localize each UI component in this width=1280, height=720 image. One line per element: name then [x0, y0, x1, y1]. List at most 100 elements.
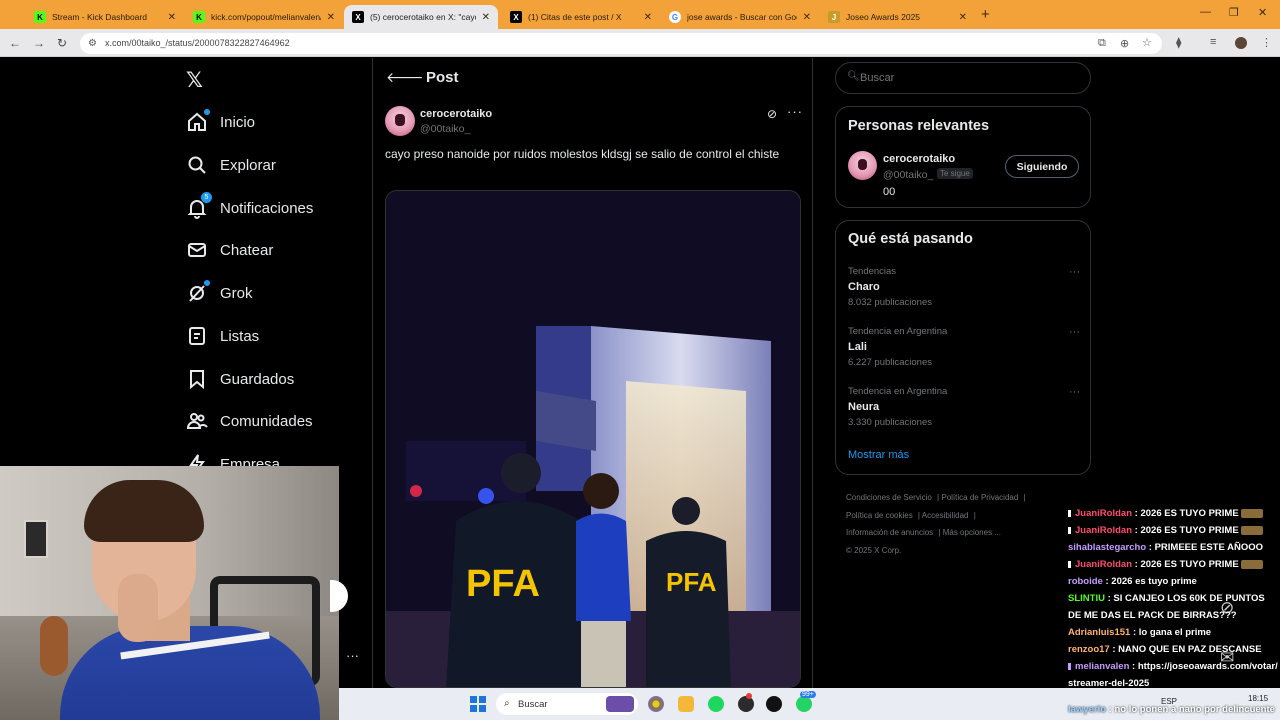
footer-link[interactable]: Política de Privacidad	[941, 493, 1018, 502]
sidebar-item-notificaciones[interactable]: 5 Notificaciones	[186, 192, 314, 222]
close-window-icon[interactable]: ✕	[1258, 6, 1267, 19]
footer-link[interactable]: Política de cookies	[846, 511, 913, 520]
stream-chat-overlay: JuaniRoldan : 2026 ES TUYO PRIME JuaniRo…	[1068, 505, 1280, 692]
grok-explain-icon[interactable]: ⊘	[767, 107, 777, 121]
close-icon[interactable]: ✕	[959, 12, 967, 23]
footer-link[interactable]: Accesibilidad	[922, 511, 969, 520]
relevant-user-handle[interactable]: @00taiko_	[883, 169, 933, 181]
avatar[interactable]	[848, 151, 877, 180]
follows-you-badge: Te sigue	[937, 168, 973, 179]
spotify-icon[interactable]	[708, 696, 724, 712]
sidebar-item-explorar[interactable]: Explorar	[186, 151, 276, 179]
show-more-link[interactable]: Mostrar más	[848, 449, 909, 461]
obs-icon[interactable]	[738, 696, 754, 712]
more-options-icon[interactable]: ···	[1069, 266, 1080, 278]
new-tab-icon[interactable]: +	[981, 6, 990, 23]
guitar	[40, 616, 68, 676]
chat-username: roboide	[1068, 576, 1103, 587]
more-options-icon[interactable]: ···	[1069, 326, 1080, 338]
zoom-icon[interactable]: ⊕	[1120, 37, 1129, 50]
browser-tab[interactable]: J Joseo Awards 2025 ✕	[820, 5, 975, 29]
browser-tab-active[interactable]: X (5) cerocerotaiko en X: "cayo preso" ✕	[344, 5, 498, 29]
menu-icon[interactable]: ⋮	[1261, 36, 1272, 49]
messages-float-icon[interactable]: ✉	[1220, 648, 1234, 668]
media-icon[interactable]: ≡	[1210, 36, 1216, 48]
taskbar-search[interactable]: ⌕ Buscar	[496, 693, 638, 715]
site-info-icon[interactable]: ⚙	[88, 38, 97, 49]
trend-name: Lali	[848, 341, 867, 353]
tab-title: (5) cerocerotaiko en X: "cayo preso"	[370, 12, 476, 22]
browser-tab[interactable]: K Stream - Kick Dashboard ✕	[26, 5, 184, 29]
sidebar-item-guardados[interactable]: Guardados	[186, 365, 294, 393]
sidebar-item-listas[interactable]: Listas	[186, 322, 259, 350]
file-explorer-icon[interactable]	[678, 696, 694, 712]
chat-username: sihablastegarcho	[1068, 542, 1147, 553]
badge-icon	[1068, 526, 1071, 534]
url-field[interactable]: ⚙ x.com/00taiko_/status/2000078322827464…	[80, 33, 1162, 54]
windows-start-icon[interactable]	[470, 696, 486, 712]
column-divider	[372, 58, 373, 688]
x-logo-icon[interactable]: 𝕏	[186, 68, 203, 93]
avatar[interactable]	[385, 106, 415, 136]
close-icon[interactable]: ✕	[327, 12, 335, 23]
back-icon[interactable]: ←	[9, 36, 21, 50]
minimize-icon[interactable]: —	[1200, 6, 1211, 18]
following-button[interactable]: Siguiendo	[1005, 155, 1079, 178]
search-input[interactable]: 🔍︎ Buscar	[835, 62, 1091, 94]
whatsapp-icon[interactable]	[796, 696, 812, 712]
joseo-icon: J	[828, 11, 840, 23]
trend-item[interactable]: Tendencia en Argentina Neura 3.330 publi…	[848, 386, 1080, 428]
chat-message: JuaniRoldan : 2026 ES TUYO PRIME	[1068, 556, 1280, 573]
sidebar-item-label: Notificaciones	[220, 199, 314, 217]
chat-username: Adrianluis151	[1068, 627, 1131, 638]
close-icon[interactable]: ✕	[803, 12, 811, 23]
sidebar-item-chatear[interactable]: Chatear	[186, 236, 273, 264]
chat-text: NANO QUE EN PAZ DESCANSE	[1118, 644, 1262, 655]
grok-float-icon[interactable]: ⊘	[1220, 598, 1234, 618]
close-icon[interactable]: ✕	[644, 12, 652, 23]
media-player-icon[interactable]	[766, 696, 782, 712]
close-icon[interactable]: ✕	[168, 12, 176, 23]
browser-tab[interactable]: G jose awards - Buscar con Google ✕	[661, 5, 819, 29]
sidebar-item-comunidades[interactable]: Comunidades	[186, 407, 313, 435]
wall-poster	[24, 520, 48, 558]
clock[interactable]: 18:15	[1248, 694, 1268, 704]
tab-title: kick.com/popout/melianvalen/chat	[211, 12, 321, 22]
footer-link[interactable]: Condiciones de Servicio	[846, 493, 932, 502]
author-handle[interactable]: @00taiko_	[420, 123, 470, 135]
browser-tab[interactable]: X (1) Citas de este post / X ✕	[502, 5, 660, 29]
extensions-icon[interactable]: ⧫	[1176, 36, 1181, 49]
sidebar-item-label: Listas	[220, 327, 260, 345]
reload-icon[interactable]: ↻	[57, 36, 67, 50]
close-icon[interactable]: ✕	[482, 12, 490, 23]
star-icon[interactable]: ☆	[1142, 36, 1152, 49]
browser-tab[interactable]: K kick.com/popout/melianvalen/chat ✕	[185, 5, 343, 29]
sidebar-item-grok[interactable]: Grok	[186, 279, 253, 307]
badge-icon	[1068, 509, 1071, 517]
tab-title: jose awards - Buscar con Google	[687, 12, 797, 22]
floating-button[interactable]	[330, 580, 348, 612]
more-icon[interactable]: ···	[346, 648, 359, 663]
author-name[interactable]: cerocerotaiko	[420, 108, 492, 120]
trend-item[interactable]: Tendencia en Argentina Lali 6.227 public…	[848, 326, 1080, 368]
chat-username: JuaniRoldan	[1075, 508, 1133, 519]
profile-avatar[interactable]	[1235, 37, 1247, 49]
trend-item[interactable]: Tendencias Charo 8.032 publicaciones ···	[848, 266, 1080, 308]
sidebar-item-inicio[interactable]: Inicio	[186, 108, 255, 136]
footer-link[interactable]: Más opciones ...	[943, 528, 1001, 537]
footer-links: Condiciones de Servicio | Política de Pr…	[846, 493, 1026, 555]
more-options-icon[interactable]: ···	[1069, 386, 1080, 398]
more-options-icon[interactable]: ···	[787, 104, 803, 119]
search-placeholder: Buscar	[860, 72, 895, 84]
relevant-user-name[interactable]: cerocerotaiko	[883, 153, 955, 165]
tab-title: Joseo Awards 2025	[846, 12, 921, 22]
search-icon: ⌕	[504, 698, 510, 709]
footer-link[interactable]: Información de anuncios	[846, 528, 933, 537]
chat-username: renzoo17	[1068, 644, 1110, 655]
back-arrow-icon[interactable]: 🡐	[386, 69, 424, 86]
install-icon[interactable]: ⧉	[1098, 37, 1106, 50]
forward-icon[interactable]: →	[33, 36, 45, 50]
chrome-icon[interactable]	[648, 696, 664, 712]
post-image[interactable]: PFA PFA	[385, 190, 801, 688]
restore-icon[interactable]: ❐	[1229, 6, 1239, 19]
